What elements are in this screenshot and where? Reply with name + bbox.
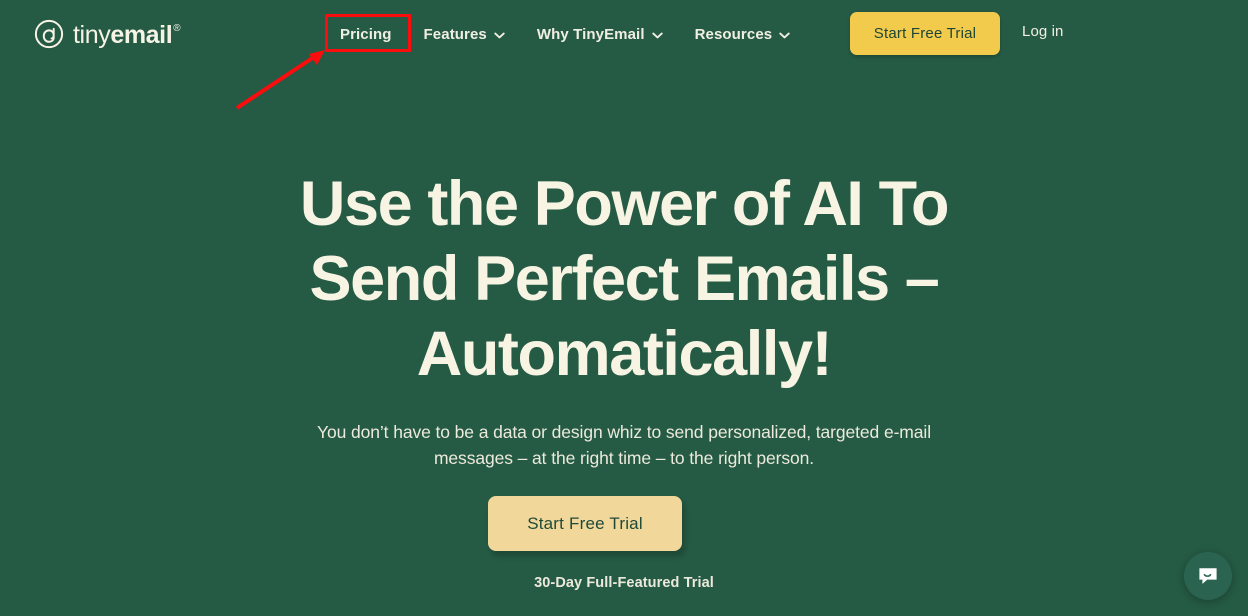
nav-item-label: Resources [694,25,773,43]
hero-trial-note: 30-Day Full-Featured Trial [534,575,714,591]
at-circle-icon [34,19,64,49]
subheadline-line-1: You don’t have to be a data or design wh… [317,422,931,442]
hero-subheadline: You don’t have to be a data or design wh… [0,419,1248,471]
subheadline-line-2: messages – at the right time – to the ri… [433,448,815,468]
chevron-down-icon [651,31,663,38]
hero-section: Use the Power of AI To Send Perfect Emai… [0,67,1248,616]
logo-text-bold: email [110,20,173,49]
page-root: tinyemail® Pricing Features Why TinyEmai… [0,0,1248,616]
logo-wordmark: tinyemail® [73,20,181,49]
headline-line-2: Send Perfect Emails – [309,244,940,314]
headline-line-3: Automatically! [416,319,833,389]
nav-login-link[interactable]: Log in [1022,24,1063,39]
nav-item-features[interactable]: Features [424,27,505,42]
nav-item-resources[interactable]: Resources [695,27,791,42]
top-navigation-bar: tinyemail® Pricing Features Why TinyEmai… [0,0,1248,67]
primary-nav-links: Pricing Features Why TinyEmail Resources [340,22,790,46]
nav-item-why-tinyemail[interactable]: Why TinyEmail [537,27,663,42]
logo-registered-mark: ® [173,23,181,35]
nav-start-free-trial-button[interactable]: Start Free Trial [850,12,1000,55]
headline-line-1: Use the Power of AI To [299,169,950,239]
site-logo[interactable]: tinyemail® [34,17,181,51]
hero-start-free-trial-button[interactable]: Start Free Trial [488,496,682,551]
nav-item-label: Pricing [340,25,392,43]
nav-item-pricing[interactable]: Pricing [340,27,392,42]
chevron-down-icon [494,31,505,38]
hero-headline: Use the Power of AI To Send Perfect Emai… [0,167,1248,392]
nav-item-label: Features [423,25,487,43]
chat-widget-button[interactable] [1184,552,1232,600]
chevron-down-icon [779,31,790,38]
chat-message-icon [1196,564,1220,588]
nav-item-label: Why TinyEmail [536,25,645,43]
logo-text-light: tiny [73,20,111,49]
